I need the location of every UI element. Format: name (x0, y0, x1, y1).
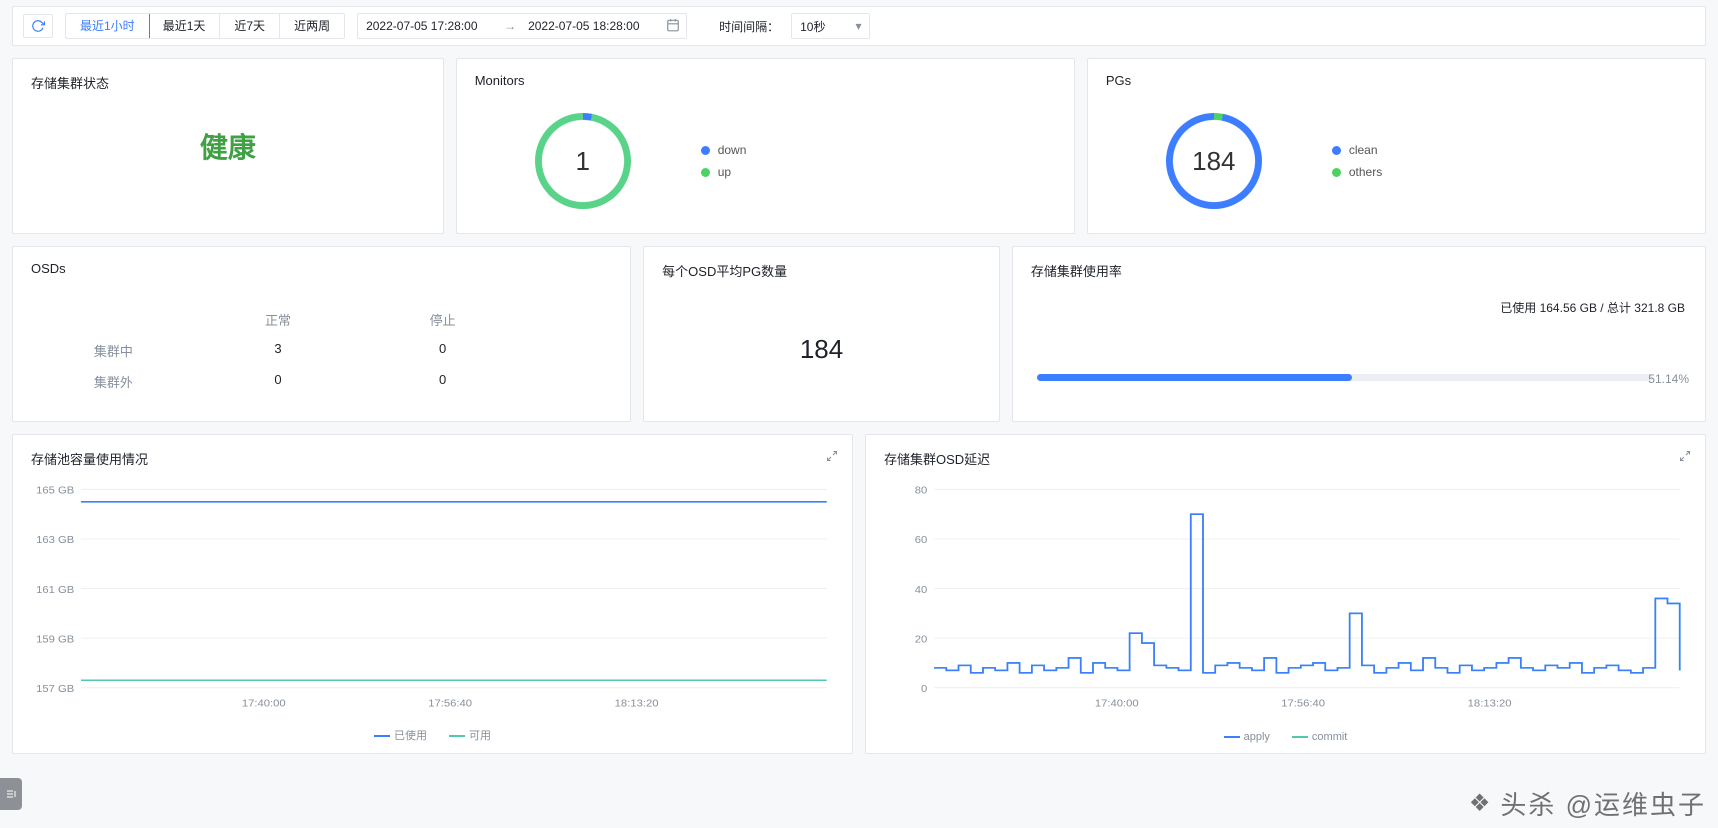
usage-text: 已使用 164.56 GB / 总计 321.8 GB (1500, 299, 1685, 316)
filter-toolbar: 最近1小时 最近1天 近7天 近两周 → 时间间隔： 10秒 ▾ (12, 6, 1706, 46)
pool-usage-chart-card: 存储池容量使用情况 157 GB 159 GB 161 GB 163 GB 165 GB… (12, 434, 853, 754)
monitors-donut: 1 (535, 113, 631, 209)
legend-label: up (718, 165, 731, 179)
card-title: PGs (1106, 73, 1687, 88)
cluster-status-card: 存储集群状态 健康 (12, 58, 444, 234)
watermark-text: 头杀 @运维虫子 (1500, 785, 1706, 822)
usage-progress (1037, 374, 1653, 381)
svg-text:17:56:40: 17:56:40 (1281, 698, 1325, 710)
svg-text:80: 80 (915, 485, 928, 497)
legend-apply: apply (1224, 731, 1270, 743)
osds-card: OSDs 正常 停止 集群中 3 0 集群外 0 0 (12, 246, 631, 422)
tab-1h[interactable]: 最近1小时 (65, 13, 150, 39)
svg-text:165 GB: 165 GB (36, 485, 74, 497)
out-normal: 0 (196, 366, 361, 397)
tab-1d[interactable]: 最近1天 (149, 14, 221, 38)
sidebar-collapse-button[interactable] (0, 778, 22, 810)
col-stopped: 停止 (360, 304, 525, 335)
legend-avail: 可用 (449, 727, 491, 743)
pool-usage-chart[interactable]: 157 GB 159 GB 161 GB 163 GB 165 GB 17:40:00 17… (27, 481, 838, 713)
legend-label: clean (1349, 143, 1378, 157)
watermark-logo-icon: ❖ (1469, 789, 1493, 818)
legend-label: others (1349, 165, 1382, 179)
datetime-from-input[interactable] (364, 18, 494, 34)
refresh-icon (31, 19, 45, 33)
legend-item-down: down (701, 143, 747, 157)
legend-used: 已使用 (374, 727, 427, 743)
pool-legend: 已使用 可用 (13, 727, 852, 743)
usage-percent: 51.14% (1648, 372, 1689, 386)
card-title: OSDs (31, 261, 612, 276)
cluster-health-value: 健康 (200, 126, 256, 166)
dot-icon (701, 146, 710, 155)
refresh-button[interactable] (23, 14, 53, 38)
svg-text:18:13:20: 18:13:20 (615, 698, 659, 710)
arrow-right-icon: → (504, 19, 516, 33)
expand-icon (1679, 450, 1691, 462)
col-normal: 正常 (196, 304, 361, 335)
avg-pg-card: 每个OSD平均PG数量 184 (643, 246, 1000, 422)
time-range-tabs: 最近1小时 最近1天 近7天 近两周 (65, 13, 345, 39)
expand-button[interactable] (826, 449, 838, 467)
svg-text:0: 0 (921, 683, 927, 695)
tab-2w[interactable]: 近两周 (280, 14, 344, 38)
osds-table: 正常 停止 集群中 3 0 集群外 0 0 (31, 276, 525, 397)
svg-text:157 GB: 157 GB (36, 683, 74, 695)
pgs-donut: 184 (1166, 113, 1262, 209)
interval-value: 10秒 (800, 18, 825, 35)
datetime-range-picker[interactable]: → (357, 13, 687, 39)
latency-legend: apply commit (866, 731, 1705, 743)
interval-label: 时间间隔： (719, 18, 779, 35)
osd-latency-chart-card: 存储集群OSD延迟 0 20 40 60 80 17:40:00 17:56:40 18:13… (865, 434, 1706, 754)
svg-text:17:56:40: 17:56:40 (428, 698, 472, 710)
row-in: 集群中 (31, 335, 196, 366)
pgs-legend: clean others (1332, 143, 1382, 179)
card-title: 存储集群使用率 (1031, 261, 1687, 280)
watermark: ❖ 头杀 @运维虫子 (1469, 785, 1706, 822)
monitors-count: 1 (575, 146, 589, 177)
card-title: 每个OSD平均PG数量 (662, 261, 981, 280)
svg-text:18:13:20: 18:13:20 (1468, 698, 1512, 710)
avg-pg-value: 184 (662, 280, 981, 365)
pgs-card: PGs 184 clean others (1087, 58, 1706, 234)
legend-label: down (718, 143, 747, 157)
svg-text:40: 40 (915, 584, 928, 596)
svg-text:60: 60 (915, 535, 928, 547)
dot-icon (701, 168, 710, 177)
pgs-count: 184 (1192, 146, 1235, 177)
in-normal: 3 (196, 335, 361, 366)
row-out: 集群外 (31, 366, 196, 397)
svg-text:159 GB: 159 GB (36, 634, 74, 646)
osd-latency-chart[interactable]: 0 20 40 60 80 17:40:00 17:56:40 18:13:20 (880, 481, 1691, 713)
legend-item-others: others (1332, 165, 1382, 179)
card-title: 存储集群状态 (31, 73, 425, 92)
datetime-to-input[interactable] (526, 18, 656, 34)
calendar-icon (666, 18, 680, 35)
expand-icon (826, 450, 838, 462)
legend-item-up: up (701, 165, 747, 179)
dot-icon (1332, 168, 1341, 177)
card-title: 存储集群OSD延迟 (884, 449, 1687, 468)
chevron-down-icon: ▾ (855, 19, 861, 33)
card-title: Monitors (475, 73, 1056, 88)
interval-select[interactable]: 10秒 ▾ (791, 13, 870, 39)
svg-text:17:40:00: 17:40:00 (242, 698, 286, 710)
monitors-legend: down up (701, 143, 747, 179)
menu-icon (5, 788, 17, 800)
tab-7d[interactable]: 近7天 (220, 14, 280, 38)
usage-card: 存储集群使用率 已使用 164.56 GB / 总计 321.8 GB 51.1… (1012, 246, 1706, 422)
svg-text:17:40:00: 17:40:00 (1095, 698, 1139, 710)
in-stopped: 0 (360, 335, 525, 366)
monitors-card: Monitors 1 down up (456, 58, 1075, 234)
out-stopped: 0 (360, 366, 525, 397)
legend-item-clean: clean (1332, 143, 1382, 157)
svg-text:20: 20 (915, 634, 928, 646)
expand-button[interactable] (1679, 449, 1691, 467)
svg-text:161 GB: 161 GB (36, 584, 74, 596)
card-title: 存储池容量使用情况 (31, 449, 834, 468)
svg-text:163 GB: 163 GB (36, 535, 74, 547)
legend-commit: commit (1292, 731, 1347, 743)
dot-icon (1332, 146, 1341, 155)
